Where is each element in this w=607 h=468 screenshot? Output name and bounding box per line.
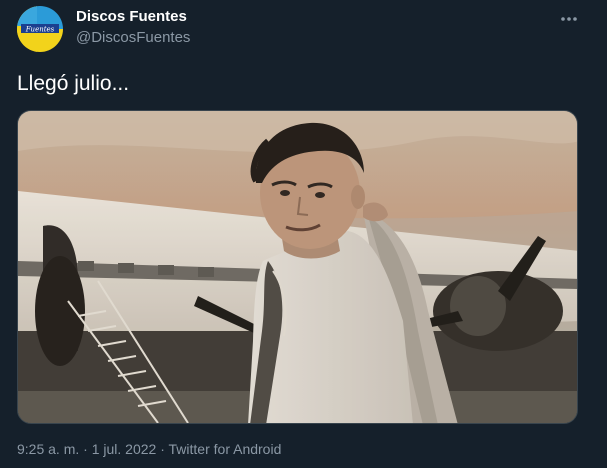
tweet-source[interactable]: Twitter for Android	[169, 441, 282, 457]
author-handle[interactable]: @DiscosFuentes	[76, 29, 190, 46]
meta-separator: ·	[79, 441, 92, 457]
discos-fuentes-logo-icon: Fuentes	[17, 6, 63, 52]
sepia-photo-image	[18, 111, 577, 423]
tweet-time[interactable]: 9:25 a. m.	[17, 441, 79, 457]
tweet-text: Llegó julio...	[17, 72, 130, 95]
avatar[interactable]: Fuentes	[17, 6, 63, 52]
tweet-container: Fuentes Discos Fuentes @DiscosFuentes Ll…	[0, 0, 607, 468]
meta-separator: ·	[156, 441, 169, 457]
tweet-photo[interactable]	[17, 110, 578, 424]
more-horizontal-icon	[561, 17, 577, 21]
tweet-date[interactable]: 1 jul. 2022	[92, 441, 157, 457]
tweet-meta: 9:25 a. m. · 1 jul. 2022 · Twitter for A…	[17, 441, 281, 457]
more-options-button[interactable]	[556, 8, 582, 30]
author-display-name[interactable]: Discos Fuentes	[76, 8, 187, 25]
avatar-logo-text: Fuentes	[25, 26, 55, 34]
top-divider	[0, 0, 607, 4]
